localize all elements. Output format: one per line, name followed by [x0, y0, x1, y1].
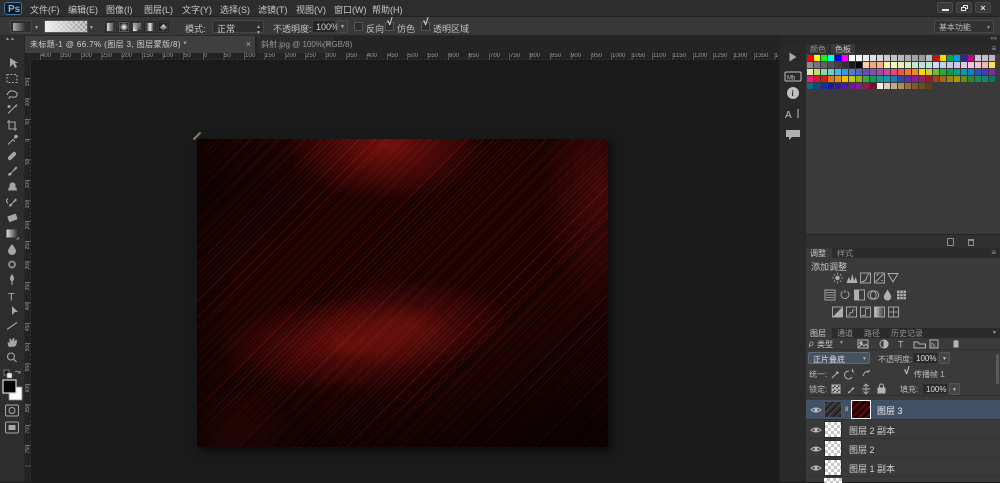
svg-text:Mb: Mb	[787, 76, 796, 82]
svg-text:i: i	[792, 89, 794, 98]
svg-text:T: T	[8, 292, 15, 304]
svg-text:A: A	[785, 110, 792, 121]
svg-text:T: T	[898, 340, 904, 350]
svg-text:fx: fx	[931, 343, 936, 349]
